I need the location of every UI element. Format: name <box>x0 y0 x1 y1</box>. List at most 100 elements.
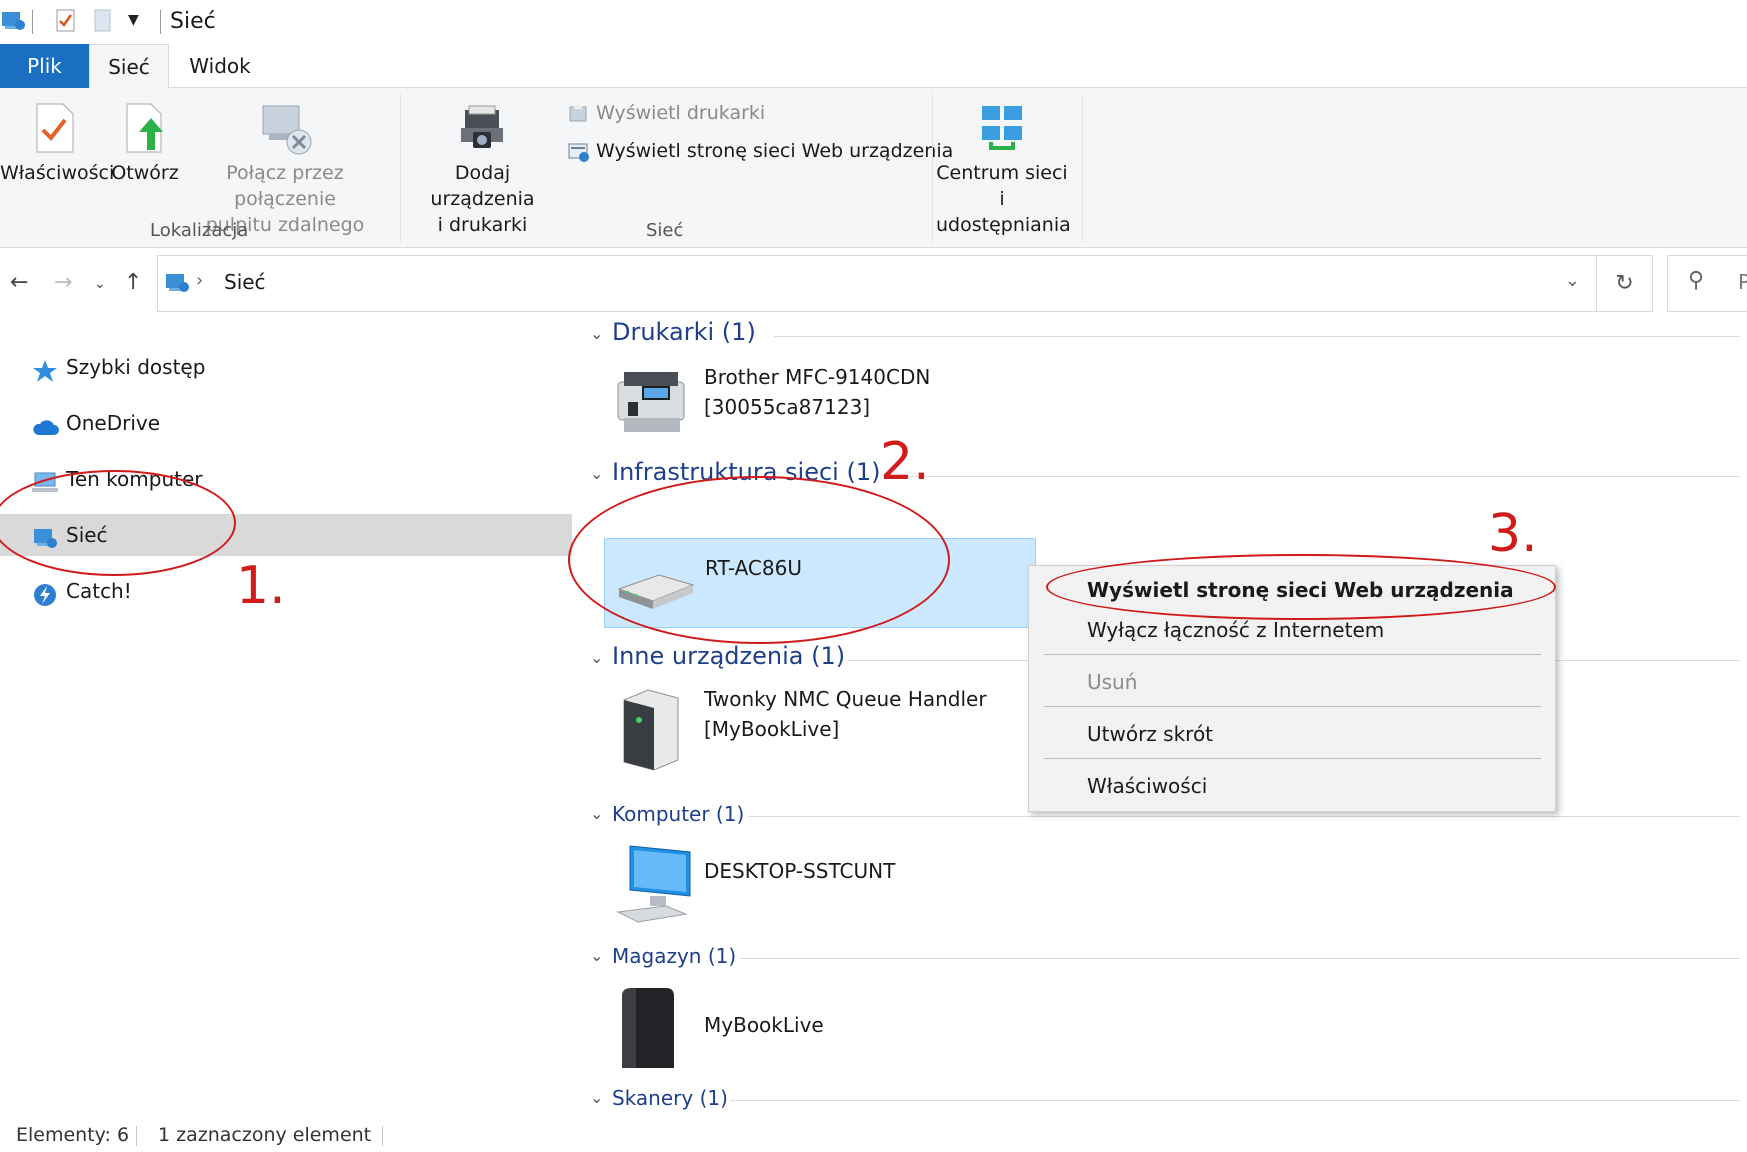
item-desktop-sstcunt[interactable]: DESKTOP-SSTCUNT <box>604 842 1036 938</box>
properties-quick-icon[interactable] <box>56 9 76 37</box>
item-twonky-name: Twonky NMC Queue Handler <box>704 687 987 711</box>
device-webpage-icon <box>568 143 589 162</box>
remote-desktop-label-1: Połącz przez połączenie <box>226 162 344 210</box>
recent-locations-chevron-icon[interactable]: ⌄ <box>94 276 106 292</box>
annotation-number-1: 1. <box>236 556 286 616</box>
remote-desktop-icon <box>262 105 312 155</box>
nav-onedrive[interactable]: OneDrive <box>0 402 572 444</box>
collapse-chevron-icon[interactable]: ⌄ <box>590 1088 603 1107</box>
annotation-ellipse-1 <box>0 470 236 576</box>
network-center-icon <box>982 106 1022 150</box>
network-center-button[interactable]: Centrum sieci i udostępniania <box>936 102 1071 238</box>
add-devices-button[interactable]: Dodaj urządzenia i drukarki <box>405 102 560 238</box>
status-bar: Elementy: 6 1 zaznaczony element <box>0 1118 1747 1152</box>
annotation-ellipse-3 <box>1046 554 1556 620</box>
group-title-computer: Komputer (1) <box>612 802 745 826</box>
window-title: Sieć <box>170 9 216 34</box>
tab-network[interactable]: Sieć <box>89 44 169 89</box>
collapse-chevron-icon[interactable]: ⌄ <box>590 464 603 483</box>
group-title-other-devices: Inne urządzenia (1) <box>612 642 846 670</box>
address-bar[interactable]: › Sieć ⌄ <box>157 255 1597 312</box>
desktop-computer-icon <box>614 842 692 932</box>
add-devices-label-2: i drukarki <box>437 214 528 236</box>
up-arrow-icon[interactable]: ↑ <box>124 270 142 295</box>
refresh-icon: ↻ <box>1615 271 1634 296</box>
menu-item-delete[interactable]: Usuń <box>1087 670 1137 694</box>
item-twonky-handler[interactable]: Twonky NMC Queue Handler [MyBookLive] <box>604 684 1036 784</box>
network-center-label-2: udostępniania <box>936 214 1071 236</box>
annotation-ellipse-2 <box>568 476 950 644</box>
show-device-webpage-label: Wyświetl stronę sieci Web urządzenia <box>596 140 954 162</box>
catch-icon <box>32 579 58 606</box>
group-title-printers: Drukarki (1) <box>612 318 756 346</box>
properties-label: Właściwości <box>0 162 115 184</box>
breadcrumb-network[interactable]: Sieć <box>224 270 266 294</box>
open-button[interactable]: Otwórz <box>110 102 180 186</box>
address-dropdown-icon[interactable]: ⌄ <box>1565 270 1580 291</box>
item-count: Elementy: 6 <box>16 1124 130 1146</box>
network-center-label-1: Centrum sieci i <box>936 162 1068 210</box>
star-icon <box>32 355 58 382</box>
collapse-chevron-icon[interactable]: ⌄ <box>590 648 603 667</box>
item-printer-brother[interactable]: Brother MFC-9140CDN [30055ca87123] <box>604 362 1036 452</box>
printer-camera-icon <box>460 105 503 148</box>
cloud-icon <box>32 411 59 435</box>
collapse-chevron-icon[interactable]: ⌄ <box>590 804 603 823</box>
group-header-storage[interactable]: ⌄ Magazyn (1) <box>590 940 1740 976</box>
item-desktop-name: DESKTOP-SSTCUNT <box>704 859 896 883</box>
menu-separator <box>1044 706 1541 707</box>
group-title-storage: Magazyn (1) <box>612 944 737 968</box>
collapse-chevron-icon[interactable]: ⌄ <box>590 946 603 965</box>
show-device-webpage-button[interactable]: Wyświetl stronę sieci Web urządzenia <box>568 136 953 166</box>
add-devices-label-1: Dodaj urządzenia <box>430 162 535 210</box>
tab-view[interactable]: Widok <box>180 44 260 88</box>
navigation-pane: Szybki dostęp OneDrive Ten komputer Sieć… <box>0 314 572 1114</box>
menu-separator <box>1044 654 1541 655</box>
open-label: Otwórz <box>111 162 179 184</box>
annotation-number-2: 2. <box>880 432 930 492</box>
nav-catch[interactable]: Catch! <box>0 570 572 612</box>
show-printers-button[interactable]: Wyświetl drukarki <box>568 98 765 128</box>
network-window-icon <box>0 8 26 38</box>
group-header-scanners[interactable]: ⌄ Skanery (1) <box>590 1082 1740 1118</box>
tab-file[interactable]: Plik <box>0 44 89 88</box>
remote-desktop-button[interactable]: Połącz przez połączenie pulpitu zdalnego <box>180 102 390 238</box>
item-mybooklive-name: MyBookLive <box>704 1013 824 1037</box>
nav-onedrive-label: OneDrive <box>66 411 161 435</box>
printer-icon <box>614 368 690 442</box>
group-label-network: Sieć <box>646 220 684 241</box>
group-label-location: Lokalizacja <box>150 220 249 241</box>
group-title-scanners: Skanery (1) <box>612 1086 728 1110</box>
ribbon: Właściwości Otwórz Połącz przez połączen… <box>0 88 1747 248</box>
refresh-button[interactable]: ↻ <box>1597 255 1653 312</box>
open-icon <box>126 103 163 153</box>
address-row: ← → ⌄ ↑ › Sieć ⌄ ↻ ⚲ P <box>0 252 1747 314</box>
item-twonky-host: [MyBookLive] <box>704 717 840 741</box>
properties-icon <box>36 103 74 153</box>
menu-item-create-shortcut[interactable]: Utwórz skrót <box>1087 722 1213 746</box>
forward-arrow-icon[interactable]: → <box>54 270 72 295</box>
customize-toolbar-chevron-icon[interactable]: ▼ <box>128 12 139 28</box>
search-icon: ⚲ <box>1688 268 1705 293</box>
breadcrumb-chevron-icon[interactable]: › <box>196 270 203 291</box>
title-bar: ▼ Sieć <box>0 0 1747 44</box>
item-printer-id: [30055ca87123] <box>704 395 871 419</box>
menu-separator <box>1044 758 1541 759</box>
nav-catch-label: Catch! <box>66 579 132 603</box>
ribbon-tabs: Plik Sieć Widok <box>0 44 1747 89</box>
search-box[interactable]: ⚲ P <box>1667 255 1747 312</box>
back-arrow-icon[interactable]: ← <box>10 270 28 295</box>
external-drive-icon <box>614 984 680 1076</box>
network-crumb-icon <box>164 270 190 300</box>
group-header-printers[interactable]: ⌄ Drukarki (1) <box>590 318 1740 354</box>
collapse-chevron-icon[interactable]: ⌄ <box>590 324 603 343</box>
new-folder-quick-icon[interactable] <box>94 9 112 37</box>
menu-item-disconnect-internet[interactable]: Wyłącz łączność z Internetem <box>1087 618 1384 642</box>
nav-quick-access[interactable]: Szybki dostęp <box>0 346 572 388</box>
annotation-number-3: 3. <box>1488 504 1538 564</box>
item-mybooklive[interactable]: MyBookLive <box>604 982 1036 1082</box>
search-placeholder: P <box>1738 270 1747 294</box>
show-printers-label: Wyświetl drukarki <box>596 102 766 124</box>
properties-button[interactable]: Właściwości <box>0 102 115 186</box>
menu-item-properties[interactable]: Właściwości <box>1087 774 1207 798</box>
